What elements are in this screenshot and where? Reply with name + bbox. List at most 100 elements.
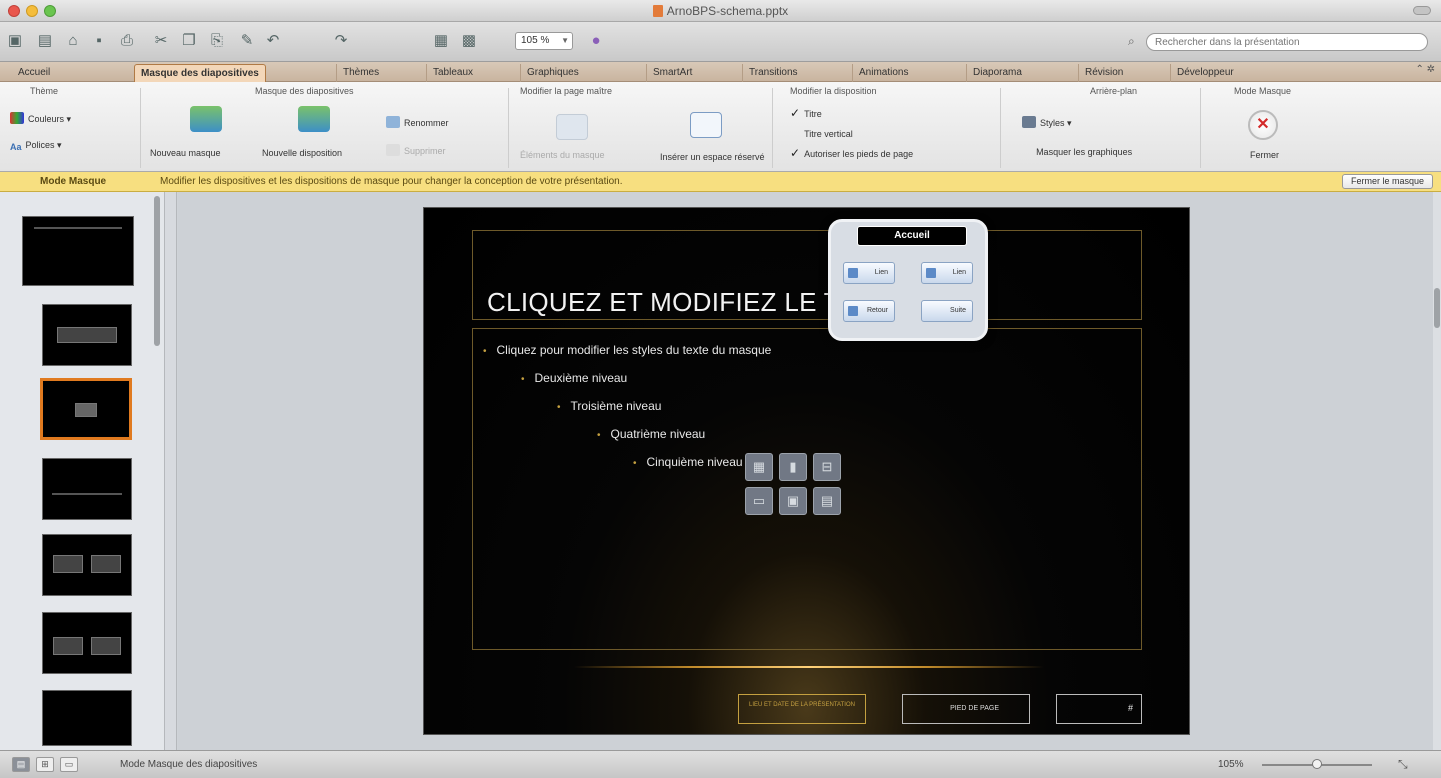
styles-button[interactable]: Styles ▾ [1022, 116, 1072, 129]
tab-themes[interactable]: Thèmes [336, 64, 385, 82]
content-placeholder[interactable]: • Cliquez pour modifier les styles du tex… [472, 328, 1142, 650]
close-master-bar-button[interactable]: Fermer le masque [1341, 174, 1433, 189]
tab-transitions[interactable]: Transitions [742, 64, 804, 82]
ribbon-options-icon[interactable]: ⌃ ✲ [1415, 64, 1435, 75]
new-document-icon[interactable]: ▤ [34, 30, 56, 52]
status-text: Mode Masque des diapositives [120, 759, 258, 770]
tab-masque-des-diapositives[interactable]: Masque des diapositives [134, 64, 266, 82]
thumbnails-scrollbar[interactable] [153, 196, 161, 746]
print-icon[interactable]: ⎙ [116, 30, 138, 52]
vertical-title-checkbox[interactable]: ✓Titre vertical [790, 126, 853, 140]
delete-button[interactable]: Supprimer [386, 144, 446, 156]
thumbnail-layout-3[interactable] [42, 458, 132, 520]
insert-picture-icon[interactable]: ▩ [458, 30, 480, 52]
toolbar-toggle-button[interactable] [1413, 6, 1431, 15]
fonts-button[interactable]: Aa Polices ▾ [10, 140, 62, 154]
message-bar-text: Modifier les dispositives et les disposi… [160, 176, 623, 187]
tab-graphiques[interactable]: Graphiques [520, 64, 585, 82]
gallery-icon[interactable]: ▣ [4, 30, 26, 52]
colors-icon [10, 112, 24, 124]
thumbnail-master[interactable] [22, 216, 134, 286]
group-separator [1200, 88, 1201, 168]
slideshow-view-button[interactable]: ▭ [60, 757, 78, 772]
bullet-icon: • [483, 346, 487, 357]
thumbnail-layout-6[interactable] [42, 690, 132, 746]
undo-icon[interactable]: ↶ [262, 30, 284, 52]
palette-link-button-2[interactable]: Lien [921, 262, 973, 284]
slide-number-placeholder[interactable]: # [1056, 694, 1142, 724]
slide-master-layout[interactable]: CLIQUEZ ET MODIFIEZ LE TITRE • Cliquez po… [423, 207, 1190, 735]
rename-button[interactable]: Renommer [386, 116, 449, 128]
fonts-icon: Aa [10, 142, 22, 152]
title-checkbox[interactable]: ✓ Titre [790, 106, 822, 120]
canvas-scrollbar[interactable] [1433, 192, 1441, 750]
insert-clipart-icon[interactable]: ▣ [779, 487, 807, 515]
thumbnail-box [91, 637, 121, 655]
format-painter-icon[interactable]: ✎ [236, 30, 258, 52]
palette-next-button[interactable]: Suite [921, 300, 973, 322]
thumbnail-box [57, 327, 117, 343]
link-icon [848, 268, 858, 278]
tab-revision[interactable]: Révision [1078, 64, 1129, 82]
fit-to-window-icon[interactable]: ⤡ [1398, 757, 1408, 772]
new-layout-button[interactable]: Nouvelle disposition [262, 148, 342, 158]
group-separator [140, 88, 141, 168]
thumbnail-layout-4[interactable] [42, 534, 132, 596]
palette-link-button-1[interactable]: Lien [843, 262, 895, 284]
insert-smartart-icon[interactable]: ⊟ [813, 453, 841, 481]
thumbnail-layout-2-selected[interactable] [40, 378, 132, 440]
tab-animations[interactable]: Animations [852, 64, 914, 82]
cut-icon[interactable]: ✂ [150, 30, 172, 52]
tab-diaporama[interactable]: Diaporama [966, 64, 1028, 82]
normal-view-button[interactable]: ▤ [12, 757, 30, 772]
copy-icon[interactable]: ❐ [178, 30, 200, 52]
pane-splitter[interactable] [165, 192, 177, 750]
thumbnail-layout-5[interactable] [42, 612, 132, 674]
search-input[interactable] [1146, 33, 1428, 51]
close-master-button[interactable]: Fermer [1250, 150, 1279, 160]
insert-placeholder-button[interactable]: Insérer un espace réservé [660, 152, 765, 162]
insert-chart-icon[interactable]: ▮ [779, 453, 807, 481]
search-icon: ⌕ [1128, 34, 1135, 48]
open-icon[interactable]: ⌂ [62, 30, 84, 52]
zoom-slider-thumb[interactable] [1312, 759, 1322, 769]
insert-table-icon[interactable]: ▦ [430, 30, 452, 52]
tab-developpeur[interactable]: Développeur [1170, 64, 1240, 82]
date-placeholder[interactable]: LIEU ET DATE DE LA PRÉSENTATION [738, 694, 866, 724]
save-icon[interactable]: ▪ [88, 30, 110, 52]
zoom-slider[interactable] [1262, 759, 1372, 769]
back-icon [848, 306, 858, 316]
group-title-edit-layout: Modifier la disposition [790, 86, 877, 96]
tab-smartart[interactable]: SmartArt [646, 64, 698, 82]
ribbon: Thème Couleurs ▾ Aa Polices ▾ Masque des … [0, 82, 1441, 172]
palette-back-button[interactable]: Retour [843, 300, 895, 322]
insert-media-icon[interactable]: ▤ [813, 487, 841, 515]
tab-accueil[interactable]: Accueil [12, 64, 56, 82]
tab-tableaux[interactable]: Tableaux [426, 64, 479, 82]
slide-sorter-view-button[interactable]: ⊞ [36, 757, 54, 772]
title-placeholder[interactable]: CLIQUEZ ET MODIFIEZ LE TITRE [472, 230, 1142, 320]
footer-placeholder[interactable]: PIED DE PAGE [902, 694, 1030, 724]
allow-footers-checkbox[interactable]: ✓ Autoriser les pieds de page [790, 146, 913, 160]
insert-picture-icon[interactable]: ▭ [745, 487, 773, 515]
palette-header[interactable]: Accueil [857, 226, 967, 246]
group-title-master-view: Mode Masque [1234, 86, 1292, 96]
help-icon[interactable]: ● [585, 30, 607, 52]
paste-icon[interactable]: ⎘ [206, 30, 228, 52]
thumbnail-layout-1[interactable] [42, 304, 132, 366]
bullet-level-3: • Troisième niveau [557, 399, 662, 413]
redo-icon[interactable]: ↷ [330, 30, 352, 52]
colors-button[interactable]: Couleurs ▾ [10, 112, 71, 125]
insert-table-icon[interactable]: ▦ [745, 453, 773, 481]
group-separator [772, 88, 773, 168]
styles-icon [1022, 116, 1036, 128]
zoom-select[interactable]: 105 % ▼ [515, 32, 573, 50]
slide-thumbnails-pane [0, 192, 165, 750]
scrollbar-knob[interactable] [1434, 288, 1440, 328]
hide-graphics-checkbox[interactable]: ✓Masquer les graphiques [1022, 144, 1132, 158]
scrollbar-knob[interactable] [154, 196, 160, 346]
master-elements-button[interactable]: Éléments du masque [520, 150, 605, 160]
new-master-button[interactable]: Nouveau masque [150, 148, 221, 158]
close-master-icon[interactable]: ✕ [1248, 110, 1278, 140]
insert-placeholder-icon [690, 112, 722, 138]
